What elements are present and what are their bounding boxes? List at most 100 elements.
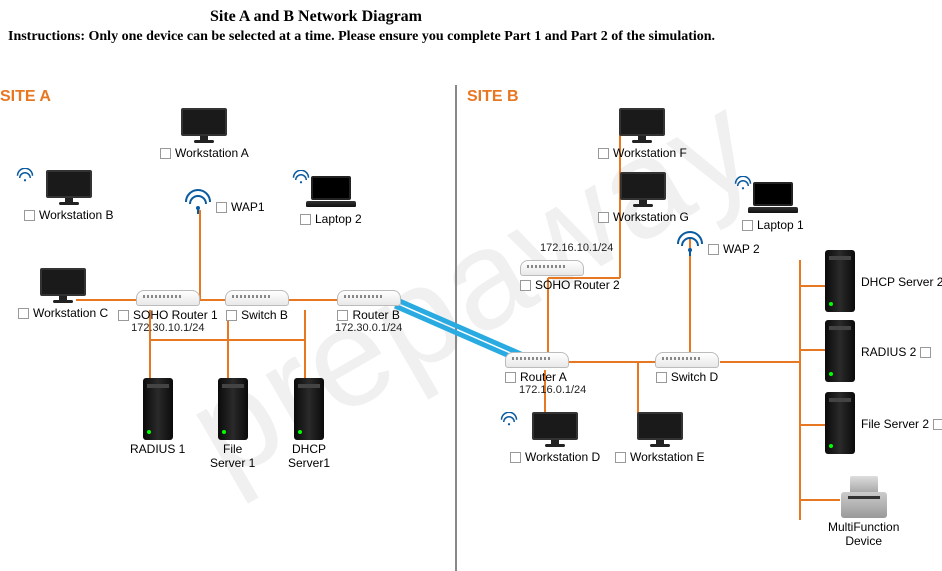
router-icon	[136, 290, 200, 306]
device-label: RADIUS 1	[130, 442, 185, 456]
device-label: SOHO Router 2	[535, 278, 620, 292]
device-label: Workstation F	[613, 146, 687, 160]
workstation-f[interactable]: Workstation F	[598, 108, 687, 160]
soho-router-2[interactable]: 172.16.10.1/24 SOHO Router 2	[520, 266, 620, 292]
site-a-label: SITE A	[0, 88, 51, 106]
device-label: WAP 2	[723, 242, 760, 256]
multifunction-device[interactable]: MultiFunction Device	[828, 476, 899, 548]
workstation-d[interactable]: Workstation D	[510, 412, 600, 464]
checkbox[interactable]	[226, 310, 237, 321]
device-label: Router A	[520, 370, 567, 384]
device-label: File Server 2	[861, 417, 929, 431]
workstation-e[interactable]: Workstation E	[615, 412, 704, 464]
laptop-icon	[748, 182, 798, 216]
file-server-2[interactable]: File Server 2	[825, 392, 942, 454]
checkbox[interactable]	[656, 372, 667, 383]
device-label: WAP1	[231, 200, 265, 214]
router-icon	[337, 290, 401, 306]
device-label: DHCP Server1	[288, 442, 330, 470]
radius-2[interactable]: RADIUS 2	[825, 320, 931, 382]
monitor-icon	[619, 108, 665, 144]
device-label: Workstation E	[630, 450, 704, 464]
dhcp-server-1[interactable]: DHCP Server1	[288, 378, 330, 470]
workstation-g[interactable]: Workstation G	[598, 172, 689, 224]
router-b[interactable]: Router B 172.30.0.1/24	[335, 290, 402, 334]
dhcp-server-2[interactable]: DHCP Server 2	[825, 250, 942, 312]
switch-b[interactable]: Switch B	[225, 290, 289, 322]
monitor-icon	[637, 412, 683, 448]
device-label: File Server 1	[210, 442, 255, 470]
server-icon	[294, 378, 324, 440]
wap-icon	[674, 230, 706, 256]
router-a[interactable]: Router A 172.16.0.1/24	[505, 352, 586, 396]
wap-icon	[182, 188, 214, 214]
switch-d[interactable]: Switch D	[655, 352, 719, 384]
monitor-icon	[620, 172, 666, 208]
workstation-c[interactable]: Workstation C	[18, 268, 108, 320]
radius-1[interactable]: RADIUS 1	[130, 378, 185, 456]
device-label: Switch D	[671, 370, 718, 384]
device-label: SOHO Router 1	[133, 308, 218, 322]
monitor-icon	[532, 412, 578, 448]
device-label: Workstation G	[613, 210, 689, 224]
file-server-1[interactable]: File Server 1	[210, 378, 255, 470]
checkbox[interactable]	[160, 148, 171, 159]
connection-lines	[0, 0, 942, 571]
device-label: DHCP Server 2	[861, 275, 942, 289]
site-divider	[455, 85, 457, 571]
checkbox[interactable]	[24, 210, 35, 221]
instructions-text: Instructions: Only one device can be sel…	[8, 28, 878, 46]
checkbox[interactable]	[742, 220, 753, 231]
wap-2[interactable]: WAP 2	[674, 230, 706, 256]
router-icon	[505, 352, 569, 368]
ip-label: 172.30.10.1/24	[131, 322, 204, 334]
checkbox[interactable]	[118, 310, 129, 321]
wap-1[interactable]: WAP1	[182, 188, 214, 214]
checkbox[interactable]	[615, 452, 626, 463]
ip-label: 172.30.0.1/24	[335, 322, 402, 334]
device-label: Laptop 2	[315, 212, 362, 226]
checkbox[interactable]	[510, 452, 521, 463]
switch-icon	[225, 290, 289, 306]
server-icon	[825, 320, 855, 382]
ip-label: 172.16.0.1/24	[519, 384, 586, 396]
server-icon	[143, 378, 173, 440]
checkbox[interactable]	[505, 372, 516, 383]
monitor-icon	[40, 268, 86, 304]
checkbox[interactable]	[708, 244, 719, 255]
checkbox[interactable]	[920, 347, 931, 358]
checkbox[interactable]	[216, 202, 227, 213]
wifi-icon	[500, 412, 518, 426]
router-icon	[520, 260, 584, 276]
device-label: Workstation A	[175, 146, 249, 160]
device-label: Switch B	[241, 308, 288, 322]
checkbox[interactable]	[598, 148, 609, 159]
laptop-2[interactable]: Laptop 2	[300, 176, 362, 226]
switch-icon	[655, 352, 719, 368]
server-icon	[218, 378, 248, 440]
checkbox[interactable]	[18, 308, 29, 319]
wifi-icon	[16, 168, 34, 182]
site-b-label: SITE B	[467, 88, 519, 106]
workstation-a[interactable]: Workstation A	[160, 108, 249, 160]
workstation-b[interactable]: Workstation B	[24, 170, 113, 222]
checkbox[interactable]	[520, 280, 531, 291]
device-label: Workstation C	[33, 306, 108, 320]
checkbox[interactable]	[598, 212, 609, 223]
page-title: Site A and B Network Diagram	[210, 8, 422, 26]
server-icon	[825, 250, 855, 312]
laptop-1[interactable]: Laptop 1	[742, 182, 804, 232]
device-label: Workstation B	[39, 208, 113, 222]
printer-icon	[841, 476, 887, 518]
monitor-icon	[46, 170, 92, 206]
checkbox[interactable]	[337, 310, 348, 321]
checkbox[interactable]	[933, 419, 942, 430]
server-icon	[825, 392, 855, 454]
device-label: Router B	[352, 308, 399, 322]
device-label: MultiFunction Device	[828, 520, 899, 548]
ip-label: 172.16.10.1/24	[540, 242, 613, 254]
soho-router-1[interactable]: SOHO Router 1 172.30.10.1/24	[118, 290, 218, 334]
device-label: Workstation D	[525, 450, 600, 464]
checkbox[interactable]	[300, 214, 311, 225]
laptop-icon	[306, 176, 356, 210]
